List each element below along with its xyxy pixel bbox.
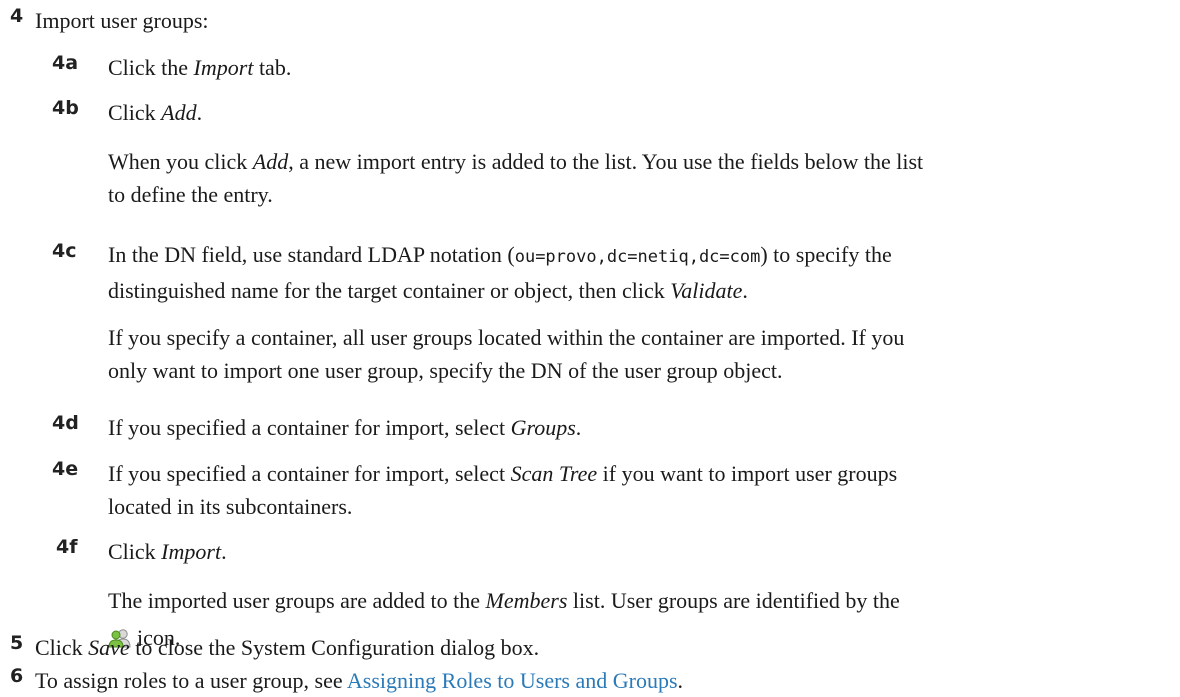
text-run: Click: [108, 539, 162, 564]
text-run: .: [196, 100, 203, 125]
ui-term: Groups: [510, 415, 576, 440]
ui-term: Members: [485, 588, 568, 613]
substep-number: 4b: [52, 97, 79, 119]
text-run: if you want to import user groups: [597, 461, 898, 486]
substep-text: If you specified a container for import,…: [108, 457, 1128, 523]
ui-term: Save: [88, 635, 130, 660]
substep-number: 4a: [52, 52, 79, 74]
ui-term: Add: [161, 100, 197, 125]
note-line-1: If you specify a container, all user gro…: [108, 325, 905, 350]
step-number: 6: [10, 665, 24, 687]
ui-term: Add: [252, 149, 289, 174]
step-text: Click Save to close the System Configura…: [35, 631, 539, 664]
note-line-2: only want to import one user group, spec…: [108, 358, 783, 383]
assigning-roles-link[interactable]: Assigning Roles to Users and Groups: [347, 668, 678, 693]
note-line-1: The imported user groups are added to th…: [108, 582, 1128, 619]
substep-text: Click Add.: [108, 96, 202, 129]
ui-term: Scan Tree: [510, 461, 598, 486]
substep-number: 4d: [52, 412, 79, 434]
text-run: .: [575, 415, 582, 440]
substep-number: 4e: [52, 458, 79, 480]
note-line-2: to define the entry.: [108, 182, 273, 207]
step-text: To assign roles to a user group, see Ass…: [35, 664, 683, 697]
substep-number: 4c: [52, 240, 77, 262]
text-run: distinguished name for the target contai…: [108, 278, 671, 303]
text-run: list. User groups are identified by the: [567, 588, 900, 613]
text-run: to close the System Configuration dialog…: [129, 635, 540, 660]
text-run: ) to specify the: [760, 242, 892, 267]
text-line-1: If you specified a container for import,…: [108, 457, 1128, 490]
substep-text: Click the Import tab.: [108, 51, 291, 84]
text-run: To assign roles to a user group, see: [35, 668, 347, 693]
text-run: .: [742, 278, 748, 303]
text-run: The imported user groups are added to th…: [108, 588, 486, 613]
text-run: In the DN field, use standard LDAP notat…: [108, 242, 515, 267]
text-run: Click the: [108, 55, 194, 80]
ui-term: Validate: [670, 278, 743, 303]
step-text: Import user groups:: [35, 8, 209, 33]
note-paragraph: When you click Add, a new import entry i…: [108, 145, 1128, 211]
substep-number: 4f: [56, 536, 78, 558]
text-run: When you click: [108, 149, 253, 174]
step-number: 4: [10, 5, 24, 27]
text-run: If you specified a container for import,…: [108, 415, 511, 440]
text-run: If you specified a container for import,…: [108, 461, 511, 486]
ui-term: Import: [193, 55, 254, 80]
substep-text: If you specified a container for import,…: [108, 411, 581, 444]
text-line-2: distinguished name for the target contai…: [108, 274, 1128, 307]
text-run: Click: [35, 635, 89, 660]
text-run: , a new import entry is added to the lis…: [288, 149, 924, 174]
step-number: 5: [10, 632, 24, 654]
text-run: .: [677, 668, 684, 693]
text-run: tab.: [253, 55, 292, 80]
note-paragraph: If you specify a container, all user gro…: [108, 321, 1128, 387]
substep-text: In the DN field, use standard LDAP notat…: [108, 238, 1128, 307]
substep-text: Click Import.: [108, 535, 227, 568]
text-run: Click: [108, 100, 162, 125]
code-sample: ou=provo,dc=netiq,dc=com: [514, 247, 761, 267]
text-line-1: In the DN field, use standard LDAP notat…: [108, 238, 1128, 274]
text-run: .: [221, 539, 227, 564]
text-line-2: located in its subcontainers.: [108, 494, 353, 519]
ui-term: Import: [161, 539, 222, 564]
note-line-1: When you click Add, a new import entry i…: [108, 145, 1128, 178]
